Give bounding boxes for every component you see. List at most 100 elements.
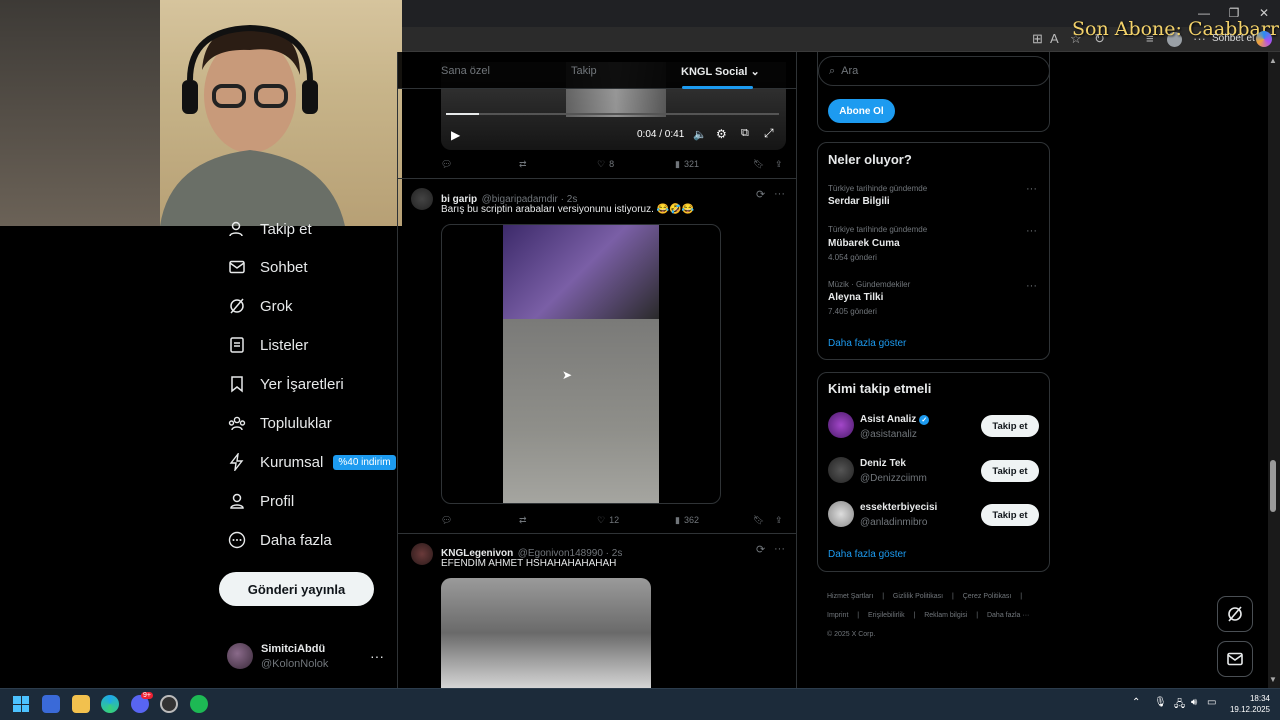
avatar[interactable] (828, 457, 854, 483)
bookmark-icon[interactable]: 🔖︎ (753, 515, 764, 526)
heart-icon: ♡ (597, 158, 606, 169)
trends-show-more-link[interactable]: Daha fazla göster (828, 338, 906, 349)
chevron-up-icon[interactable]: ⌃ (1132, 697, 1140, 708)
footer-link[interactable]: Imprint (827, 612, 848, 619)
suggestion-name[interactable]: Deniz Tek (860, 458, 906, 469)
edge-browser-icon[interactable] (101, 695, 119, 713)
like-button[interactable]: ♡ 12 (597, 515, 619, 526)
like-button[interactable]: ♡ 8 (597, 159, 614, 170)
footer-link[interactable]: Gizlilik Politikası (893, 593, 943, 600)
repost-icon[interactable]: ⇄ (519, 159, 527, 170)
account-more-button[interactable]: ··· (370, 648, 384, 664)
picture-in-picture-icon[interactable]: ⧉ (741, 127, 749, 140)
share-icon[interactable]: ⇪ (775, 515, 783, 526)
trend-name[interactable]: Aleyna Tilki (828, 292, 883, 303)
nav-item-lists[interactable]: Listeler (228, 333, 308, 357)
nav-item-bookmarks[interactable]: Yer İşaretleri (228, 372, 344, 396)
follow-button[interactable]: Takip et (981, 504, 1039, 526)
nav-label: Profil (260, 492, 295, 510)
share-icon[interactable]: ⇪ (775, 159, 783, 170)
bookmark-icon[interactable]: 🔖︎ (753, 159, 764, 170)
trend-name[interactable]: Serdar Bilgili (828, 196, 890, 207)
trend-category: Türkiye tarihinde gündemde (828, 184, 928, 193)
reply-icon[interactable]: 💬︎ (441, 515, 452, 526)
taskbar-clock[interactable]: 18:34 19.12.2025 (1226, 693, 1270, 715)
nav-item-chat[interactable]: Sohbet (228, 255, 308, 279)
follow-button[interactable]: Takip et (981, 460, 1039, 482)
trend-more-icon[interactable]: ··· (1026, 225, 1037, 237)
nav-item-grok[interactable]: Grok (228, 294, 293, 318)
tweet-image[interactable] (441, 578, 651, 688)
settings-gear-icon[interactable]: ⚙ (716, 127, 727, 141)
tab-following[interactable]: Takip (571, 65, 597, 77)
footer-link[interactable]: Hizmet Şartları (827, 593, 873, 600)
trend-more-icon[interactable]: ··· (1026, 183, 1037, 195)
microphone-icon[interactable]: 🎙︎ (1154, 697, 1167, 708)
avatar[interactable] (828, 412, 854, 438)
copyright: © 2025 X Corp. (827, 631, 876, 638)
nav-item-follow[interactable]: Takip et (228, 217, 312, 241)
obs-icon[interactable] (160, 695, 178, 713)
read-aloud-icon[interactable]: A (1050, 31, 1059, 46)
suggestion-name[interactable]: Asist Analiz ✓ (860, 414, 930, 425)
account-name[interactable]: SimitciAbdü (261, 643, 325, 655)
chat-button[interactable]: Sohbet et (1212, 33, 1255, 44)
volume-icon[interactable]: 🔈 (693, 128, 707, 141)
chevron-down-icon: ⌄ (750, 66, 760, 78)
nav-item-more[interactable]: Daha fazla (228, 528, 332, 552)
grok-icon[interactable]: ⟳ (756, 188, 765, 201)
follow-button[interactable]: Takip et (981, 415, 1039, 437)
footer-link[interactable]: Erişilebilirlik (868, 612, 905, 619)
tab-for-you[interactable]: Sana özel (441, 65, 490, 77)
more-icon[interactable]: ··· (774, 543, 785, 555)
views-button[interactable]: ▮ 362 (675, 515, 699, 526)
account-avatar[interactable] (227, 643, 253, 669)
post-button[interactable]: Gönderi yayınla (219, 572, 374, 606)
copilot-icon[interactable] (1256, 31, 1272, 47)
tab-kngl-social[interactable]: KNGL Social ⌄ (681, 65, 760, 78)
reply-icon[interactable]: 💬︎ (441, 159, 452, 170)
scroll-up-arrow[interactable]: ▲ (1269, 56, 1277, 65)
suggestion-name[interactable]: essekterbiyecisi (860, 502, 937, 513)
footer-link[interactable]: Reklam bilgisi (924, 612, 967, 619)
nav-item-business[interactable]: Kurumsal %40 indirim (228, 450, 396, 474)
grok-floating-button[interactable] (1217, 596, 1253, 632)
grok-icon[interactable]: ⟳ (756, 543, 765, 556)
avatar[interactable] (828, 501, 854, 527)
messages-floating-button[interactable] (1217, 641, 1253, 677)
page-scrollbar[interactable] (1268, 52, 1280, 688)
notification-badge: 9+ (141, 692, 153, 699)
tweet-video[interactable]: ➤ (441, 224, 721, 504)
footer-link[interactable]: Daha fazla ··· (987, 612, 1029, 619)
windows-start-icon[interactable] (13, 696, 29, 712)
nav-item-profile[interactable]: Profil (228, 489, 294, 513)
more-icon[interactable]: ··· (774, 188, 785, 200)
avatar[interactable] (411, 543, 433, 565)
repost-icon[interactable]: ⇄ (519, 515, 527, 526)
scroll-down-arrow[interactable]: ▼ (1269, 675, 1277, 684)
network-icon[interactable]: 🖧 (1174, 697, 1185, 714)
footer-separator: | (882, 593, 885, 600)
view-count: 321 (683, 159, 699, 169)
views-button[interactable]: ▮ 321 (675, 159, 699, 170)
volume-icon[interactable]: 🔊︎ (1191, 697, 1197, 708)
fullscreen-icon[interactable]: ⤢ (764, 126, 774, 141)
who-show-more-link[interactable]: Daha fazla göster (828, 549, 906, 560)
file-explorer-icon[interactable] (72, 695, 90, 713)
scrollbar-thumb[interactable] (1270, 460, 1276, 512)
avatar[interactable] (411, 188, 433, 210)
play-icon[interactable]: ▶ (451, 128, 460, 142)
suggestion-handle: @anladinmibro (860, 517, 928, 528)
video-progress-track[interactable] (446, 113, 779, 115)
app-grid-icon[interactable]: ⊞ (1032, 31, 1043, 47)
spotify-icon[interactable] (190, 695, 208, 713)
store-icon[interactable] (42, 695, 60, 713)
subscribe-button[interactable]: Abone Ol (828, 99, 895, 123)
battery-icon[interactable]: ▭ (1207, 697, 1216, 708)
trend-more-icon[interactable]: ··· (1026, 280, 1037, 292)
nav-item-communities[interactable]: Topluluklar (228, 411, 332, 435)
trend-name[interactable]: Mübarek Cuma (828, 238, 900, 249)
list-icon (228, 336, 246, 354)
views-icon: ▮ (675, 514, 680, 525)
footer-link[interactable]: Çerez Politikası (963, 593, 1012, 600)
